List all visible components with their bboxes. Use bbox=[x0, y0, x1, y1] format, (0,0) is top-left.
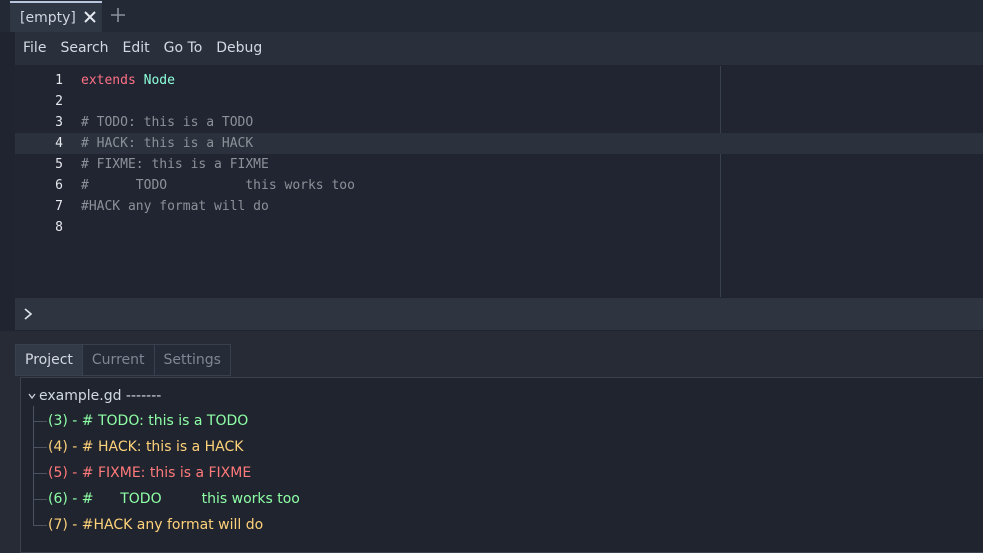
code-line[interactable]: 4 # HACK: this is a HACK bbox=[15, 133, 983, 154]
menu-edit[interactable]: Edit bbox=[117, 32, 158, 65]
tab-project[interactable]: Project bbox=[15, 344, 83, 376]
code-line[interactable]: 1 extends Node bbox=[15, 70, 983, 91]
code-line[interactable]: 3 # TODO: this is a TODO bbox=[15, 112, 983, 133]
todo-item-text: (3) - # TODO: this is a TODO bbox=[48, 413, 249, 429]
todo-tree: example.gd ------- (3) - # TODO: this is… bbox=[20, 377, 983, 553]
tree-branch-line bbox=[33, 472, 47, 474]
script-tab[interactable]: [empty] bbox=[10, 1, 102, 32]
line-number: 6 bbox=[55, 178, 63, 193]
close-icon[interactable] bbox=[82, 9, 98, 25]
tree-branch-line bbox=[33, 498, 47, 500]
tree-root[interactable]: example.gd ------- bbox=[27, 386, 161, 406]
line-number: 2 bbox=[55, 94, 63, 109]
code-text: # HACK: this is a HACK bbox=[81, 133, 253, 154]
todo-item[interactable]: (4) - # HACK: this is a HACK bbox=[33, 437, 243, 457]
tab-settings[interactable]: Settings bbox=[154, 344, 231, 376]
identifier-token: Node bbox=[143, 73, 175, 88]
comment-token: # HACK: this is a HACK bbox=[81, 136, 254, 151]
console-bar bbox=[15, 298, 983, 330]
code-text: # FIXME: this is a FIXME bbox=[81, 154, 269, 175]
code-line[interactable]: 2 bbox=[15, 91, 983, 112]
code-line[interactable]: 6 # TODO this works too bbox=[15, 175, 983, 196]
todo-item[interactable]: (6) - # TODO this works too bbox=[33, 489, 300, 509]
comment-token: #HACK any format will do bbox=[81, 199, 269, 214]
line-number: 3 bbox=[55, 115, 63, 130]
code-text: # TODO: this is a TODO bbox=[81, 112, 253, 133]
todo-item-text: (5) - # FIXME: this is a FIXME bbox=[48, 465, 252, 481]
tree-branch-line bbox=[33, 420, 47, 422]
chevron-right-icon[interactable] bbox=[21, 306, 35, 322]
keyword-token: extends bbox=[81, 73, 136, 88]
menu-go-to[interactable]: Go To bbox=[158, 32, 211, 65]
todo-item-text: (7) - #HACK any format will do bbox=[48, 517, 264, 533]
code-text: # TODO this works too bbox=[81, 175, 355, 196]
code-line[interactable]: 7 #HACK any format will do bbox=[15, 196, 983, 217]
line-number: 1 bbox=[55, 73, 63, 88]
tab-current[interactable]: Current bbox=[82, 344, 155, 376]
tree-branch-line bbox=[33, 524, 47, 526]
menu-search[interactable]: Search bbox=[54, 32, 116, 65]
todo-item[interactable]: (3) - # TODO: this is a TODO bbox=[33, 411, 248, 431]
todo-item-text: (6) - # TODO this works too bbox=[48, 491, 300, 507]
menu-bar: File Search Edit Go To Debug bbox=[15, 32, 983, 65]
line-number: 4 bbox=[55, 136, 63, 151]
comment-token: # FIXME: this is a FIXME bbox=[81, 157, 269, 172]
menu-debug[interactable]: Debug bbox=[210, 32, 270, 65]
code-text: #HACK any format will do bbox=[81, 196, 269, 217]
plus-icon[interactable] bbox=[110, 7, 126, 23]
comment-token: # TODO this works too bbox=[81, 178, 355, 193]
comment-token: # TODO: this is a TODO bbox=[81, 115, 254, 130]
script-tab-title: [empty] bbox=[20, 9, 76, 26]
tree-branch-line bbox=[33, 446, 47, 448]
todo-item-text: (4) - # HACK: this is a HACK bbox=[48, 439, 244, 455]
todo-item[interactable]: (7) - #HACK any format will do bbox=[33, 515, 263, 535]
code-editor[interactable]: 1 extends Node 2 3 # TODO: this is a TODO 4 # … bbox=[15, 66, 983, 297]
menu-file[interactable]: File bbox=[15, 32, 54, 65]
tree-root-label: example.gd ------- bbox=[39, 388, 162, 404]
todo-item[interactable]: (5) - # FIXME: this is a FIXME bbox=[33, 463, 251, 483]
line-number: 8 bbox=[55, 220, 63, 235]
code-line[interactable]: 8 bbox=[15, 217, 983, 238]
line-number: 7 bbox=[55, 199, 63, 214]
script-tab-bar: [empty] bbox=[0, 0, 983, 32]
chevron-down-icon[interactable] bbox=[27, 391, 37, 401]
code-text: extends Node bbox=[81, 70, 175, 91]
todo-panel-tabs: Project Current Settings bbox=[15, 344, 231, 376]
line-number: 5 bbox=[55, 157, 63, 172]
code-line[interactable]: 5 # FIXME: this is a FIXME bbox=[15, 154, 983, 175]
